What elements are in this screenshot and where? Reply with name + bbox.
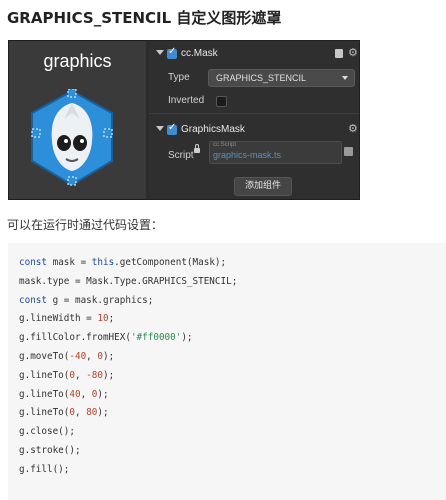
code-line: const g = mask.graphics; [19,295,153,306]
mask-enabled-checkbox[interactable] [167,46,177,59]
code-token: 10 [97,313,109,325]
code-token: ); [181,332,193,344]
code-line: g.fillColor.fromHEX('#ff0000'); [19,332,193,343]
preview-label: graphics [43,51,112,71]
book-icon[interactable] [335,49,343,58]
code-line: const mask = this.getComponent(Mask); [19,257,226,268]
code-line: g.stroke(); [19,445,81,456]
graphicsmask-component-name: GraphicsMask [181,124,245,135]
code-token: g.stroke(); [19,445,81,456]
code-token: , [74,407,87,419]
code-line: g.lineTo(40, 0); [19,389,109,400]
type-select[interactable]: GRAPHICS_STENCIL [208,69,355,87]
code-line: g.close(); [19,426,75,437]
inverted-label: Inverted [168,95,205,106]
code-token: -80 [86,369,103,381]
code-token: g.lineTo( [19,407,70,419]
page-title: GRAPHICS_STENCIL 自定义图形遮罩 [7,9,282,27]
code-token: ); [97,388,109,400]
inverted-checkbox[interactable] [216,96,227,107]
graphicsmask-enabled-checkbox[interactable] [167,122,177,135]
code-token: '#ff0000' [130,332,182,344]
gear-icon[interactable]: ⚙ [348,122,358,135]
code-token: this [91,257,115,268]
type-select-value: GRAPHICS_STENCIL [216,73,307,83]
code-line: g.lineWidth = 10; [19,313,114,324]
code-token: g.moveTo( [19,351,70,362]
divider [149,113,359,114]
code-token: 80 [86,407,98,419]
code-line: g.lineTo(0, -80); [19,370,114,381]
code-token: , [80,388,92,400]
code-token: ); [102,369,115,381]
add-component-button[interactable]: 添加组件 [234,177,292,196]
chevron-down-icon [342,76,348,80]
code-token: g = mask.graphics; [47,294,154,306]
code-token: , [74,369,87,381]
lock-icon [194,144,200,153]
code-token: g.lineTo( [19,369,70,381]
code-line: g.fill(); [19,464,69,475]
script-label: Script [168,150,194,161]
code-token: ); [102,351,115,362]
triangle-down-icon[interactable] [156,126,164,131]
editor-screenshot: graphics cc.Mask ⚙ Type GRAPHICS_ST [8,40,360,200]
inspector-panel: cc.Mask ⚙ Type GRAPHICS_STENCIL Inverted… [149,41,359,199]
code-token: .getComponent(Mask); [114,257,227,268]
code-token: -40 [69,351,87,362]
code-token: ); [97,407,109,419]
triangle-down-icon[interactable] [156,50,164,55]
script-type-tag: cc.Script [213,142,237,148]
intro-paragraph: 可以在运行时通过代码设置： [7,218,164,232]
graphicsmask-component-header[interactable]: GraphicsMask ⚙ [149,121,359,139]
scene-preview: graphics [9,41,146,199]
code-token: g.close(); [19,426,75,438]
script-value: graphics-mask.ts [213,150,282,160]
code-token: mask.type = Mask.Type.GRAPHICS_STENCIL; [19,275,238,287]
code-token: g.fill(); [19,463,70,475]
asset-picker-icon[interactable] [344,147,353,156]
gear-icon[interactable]: ⚙ [348,46,358,59]
code-token: const [19,257,47,268]
code-line: g.moveTo(-40, 0); [19,351,114,362]
code-line: g.lineTo(0, 80); [19,407,109,418]
type-label: Type [168,72,190,83]
code-token: const [19,294,47,306]
code-token: g.lineTo( [19,388,70,400]
cocos-logo-icon [31,89,113,187]
script-field[interactable]: cc.Script graphics-mask.ts [209,141,342,164]
mask-component-header[interactable]: cc.Mask ⚙ [149,45,359,63]
mask-component-name: cc.Mask [181,48,218,59]
code-token: g.lineWidth = [19,313,98,325]
code-line: mask.type = Mask.Type.GRAPHICS_STENCIL; [19,276,237,287]
code-token: 40 [69,388,81,400]
code-token: g.fillColor.fromHEX( [19,332,131,344]
code-block: const mask = this.getComponent(Mask); mas… [8,243,446,500]
code-token: mask = [47,257,92,268]
code-token: ; [108,313,115,325]
code-token: , [86,351,98,362]
